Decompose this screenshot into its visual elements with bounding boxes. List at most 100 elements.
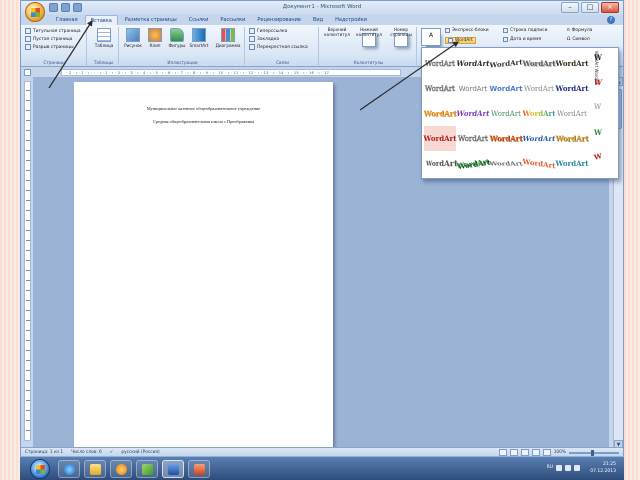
wordart-style[interactable]: WordArt [556, 151, 589, 176]
page-break-button[interactable]: Разрыв страницы [23, 43, 86, 51]
outline-view-button[interactable] [531, 449, 540, 456]
picture-button[interactable]: Рисунок [121, 27, 145, 48]
document-line-1[interactable]: Муниципальное казенное общеобразовательн… [74, 106, 333, 111]
wordart-style[interactable]: WordArt [556, 76, 589, 101]
signature-line-button[interactable]: Строка подписи [503, 28, 547, 33]
status-language[interactable]: русский (Россия) [121, 450, 159, 455]
tab-addins[interactable]: Надстройки [330, 15, 372, 25]
wordart-style-w[interactable]: W [594, 78, 602, 87]
page-break-icon [25, 44, 31, 50]
web-layout-view-button[interactable] [520, 449, 529, 456]
hyperlink-button[interactable]: Гиперссылка [247, 27, 318, 35]
taskbar-app[interactable] [136, 460, 158, 478]
wordart-style[interactable]: WordArt [556, 101, 588, 126]
clipart-button[interactable]: Клип [143, 27, 167, 48]
header-button[interactable]: Верхний колонтитул [321, 27, 376, 47]
express-blocks-button[interactable]: Экспресс-блоки [445, 28, 489, 33]
wordart-style[interactable]: WordArt [523, 149, 556, 178]
document-line-2[interactable]: Средняя общеобразовательная школа с.Прео… [74, 119, 333, 124]
start-button[interactable] [30, 459, 50, 479]
wordart-style-w[interactable]: W [593, 151, 603, 162]
taskbar-ie[interactable] [58, 460, 80, 478]
wordart-style[interactable]: WordArt [424, 76, 456, 101]
zoom-slider-thumb[interactable] [591, 449, 594, 456]
smartart-button[interactable]: SmartArt [187, 27, 211, 48]
shapes-button[interactable]: Фигуры [165, 27, 189, 48]
wordart-style[interactable]: WordArt [490, 49, 523, 77]
wordart-style[interactable]: WordArt [455, 149, 490, 178]
tab-home[interactable]: Главная [51, 15, 83, 25]
wordart-style[interactable]: WordArt [457, 126, 489, 151]
tab-page-layout[interactable]: Разметка страницы [120, 15, 182, 25]
cover-page-button[interactable]: Титульная страница [23, 27, 86, 35]
textbox-button[interactable]: A [421, 28, 441, 46]
wordart-style[interactable]: WordArt [556, 126, 589, 151]
zoom-level[interactable]: 100% [554, 450, 566, 455]
formula-button[interactable]: π Формула [567, 28, 592, 33]
wordart-style-w[interactable]: W [594, 103, 601, 111]
full-screen-view-button[interactable] [509, 449, 518, 456]
taskbar-word[interactable] [162, 460, 184, 478]
group-tables: Таблица Таблицы [89, 27, 119, 65]
symbol-button[interactable]: Ω Символ [567, 37, 590, 42]
minimize-button[interactable]: – [561, 2, 579, 13]
taskbar-explorer[interactable] [84, 460, 106, 478]
page-number-button[interactable]: Номер страницы [385, 27, 440, 47]
wordart-style[interactable]: WordArt [490, 126, 523, 151]
wordart-style[interactable]: WordArt [457, 51, 490, 76]
cover-page-icon [25, 28, 31, 34]
tab-view[interactable]: Вид [308, 15, 328, 25]
network-icon[interactable] [556, 465, 562, 471]
tab-mailings[interactable]: Рассылки [215, 15, 250, 25]
status-page[interactable]: Страница: 1 из 1 [25, 450, 63, 455]
print-layout-view-button[interactable] [498, 449, 507, 456]
wordart-style-w[interactable]: W [594, 53, 602, 62]
wordart-style[interactable]: WordArt [424, 101, 457, 126]
word-window: Документ1 - Microsoft Word – □ × Главная… [20, 0, 624, 468]
vertical-ruler[interactable] [24, 81, 31, 441]
draft-view-button[interactable] [542, 449, 551, 456]
spellcheck-icon[interactable]: ✓ [110, 450, 114, 455]
app-icon [142, 464, 153, 475]
wordart-style[interactable]: WordArt [426, 149, 458, 178]
tab-review[interactable]: Рецензирование [252, 15, 306, 25]
wordart-style[interactable]: WordArt [523, 76, 555, 101]
wordart-style[interactable]: WordArt [457, 76, 489, 101]
taskbar-powerpoint[interactable] [188, 460, 210, 478]
flag-icon[interactable] [574, 465, 580, 471]
bookmark-button[interactable]: Закладка [247, 35, 318, 43]
taskbar-media-player[interactable] [110, 460, 132, 478]
blank-page-button[interactable]: Пустая страница [23, 35, 86, 43]
language-indicator[interactable]: RU [547, 465, 553, 471]
tab-insert[interactable]: Вставка [84, 15, 118, 25]
wordart-style[interactable]: WordArt [424, 51, 456, 76]
wordart-style[interactable]: WordArt [487, 154, 526, 174]
wordart-style[interactable]: WordArt [523, 51, 556, 76]
office-button[interactable] [25, 2, 45, 22]
chart-button[interactable]: Диаграмма [213, 27, 243, 48]
wordart-button[interactable]: WordArt [445, 37, 476, 44]
wordart-style[interactable]: WordArt [556, 51, 589, 76]
maximize-button[interactable]: □ [581, 2, 599, 13]
document-page[interactable]: Муниципальное казенное общеобразовательн… [74, 82, 333, 447]
ruler-toggle[interactable] [24, 69, 31, 76]
wordart-style[interactable]: WordArt [490, 76, 523, 101]
footer-button[interactable]: Нижний колонтитул [353, 27, 408, 47]
wordart-style[interactable]: WordArt [457, 101, 490, 126]
date-time-button[interactable]: Дата и время [503, 37, 541, 42]
wordart-style[interactable]: WordArt [490, 101, 522, 126]
volume-icon[interactable] [565, 465, 571, 471]
table-button[interactable]: Таблица [92, 27, 116, 48]
close-button[interactable]: × [601, 2, 619, 13]
status-word-count[interactable]: Число слов: 6 [71, 450, 102, 455]
wordart-style-w[interactable]: W [594, 128, 602, 137]
wordart-style[interactable]: WordArt [424, 126, 456, 151]
clock[interactable]: 21:25 07.12.2013 [590, 461, 616, 475]
horizontal-ruler[interactable]: · 2 · ı · 1 · ı · · · ı · 1 · ı · 2 · ı … [61, 69, 401, 76]
help-icon[interactable]: ? [607, 16, 615, 24]
wordart-style[interactable]: WordArt [520, 126, 557, 151]
cross-reference-button[interactable]: Перекрестная ссылка [247, 43, 318, 51]
tab-references[interactable]: Ссылки [184, 15, 214, 25]
zoom-slider[interactable] [569, 449, 619, 456]
wordart-style[interactable]: WordArt [523, 101, 556, 126]
